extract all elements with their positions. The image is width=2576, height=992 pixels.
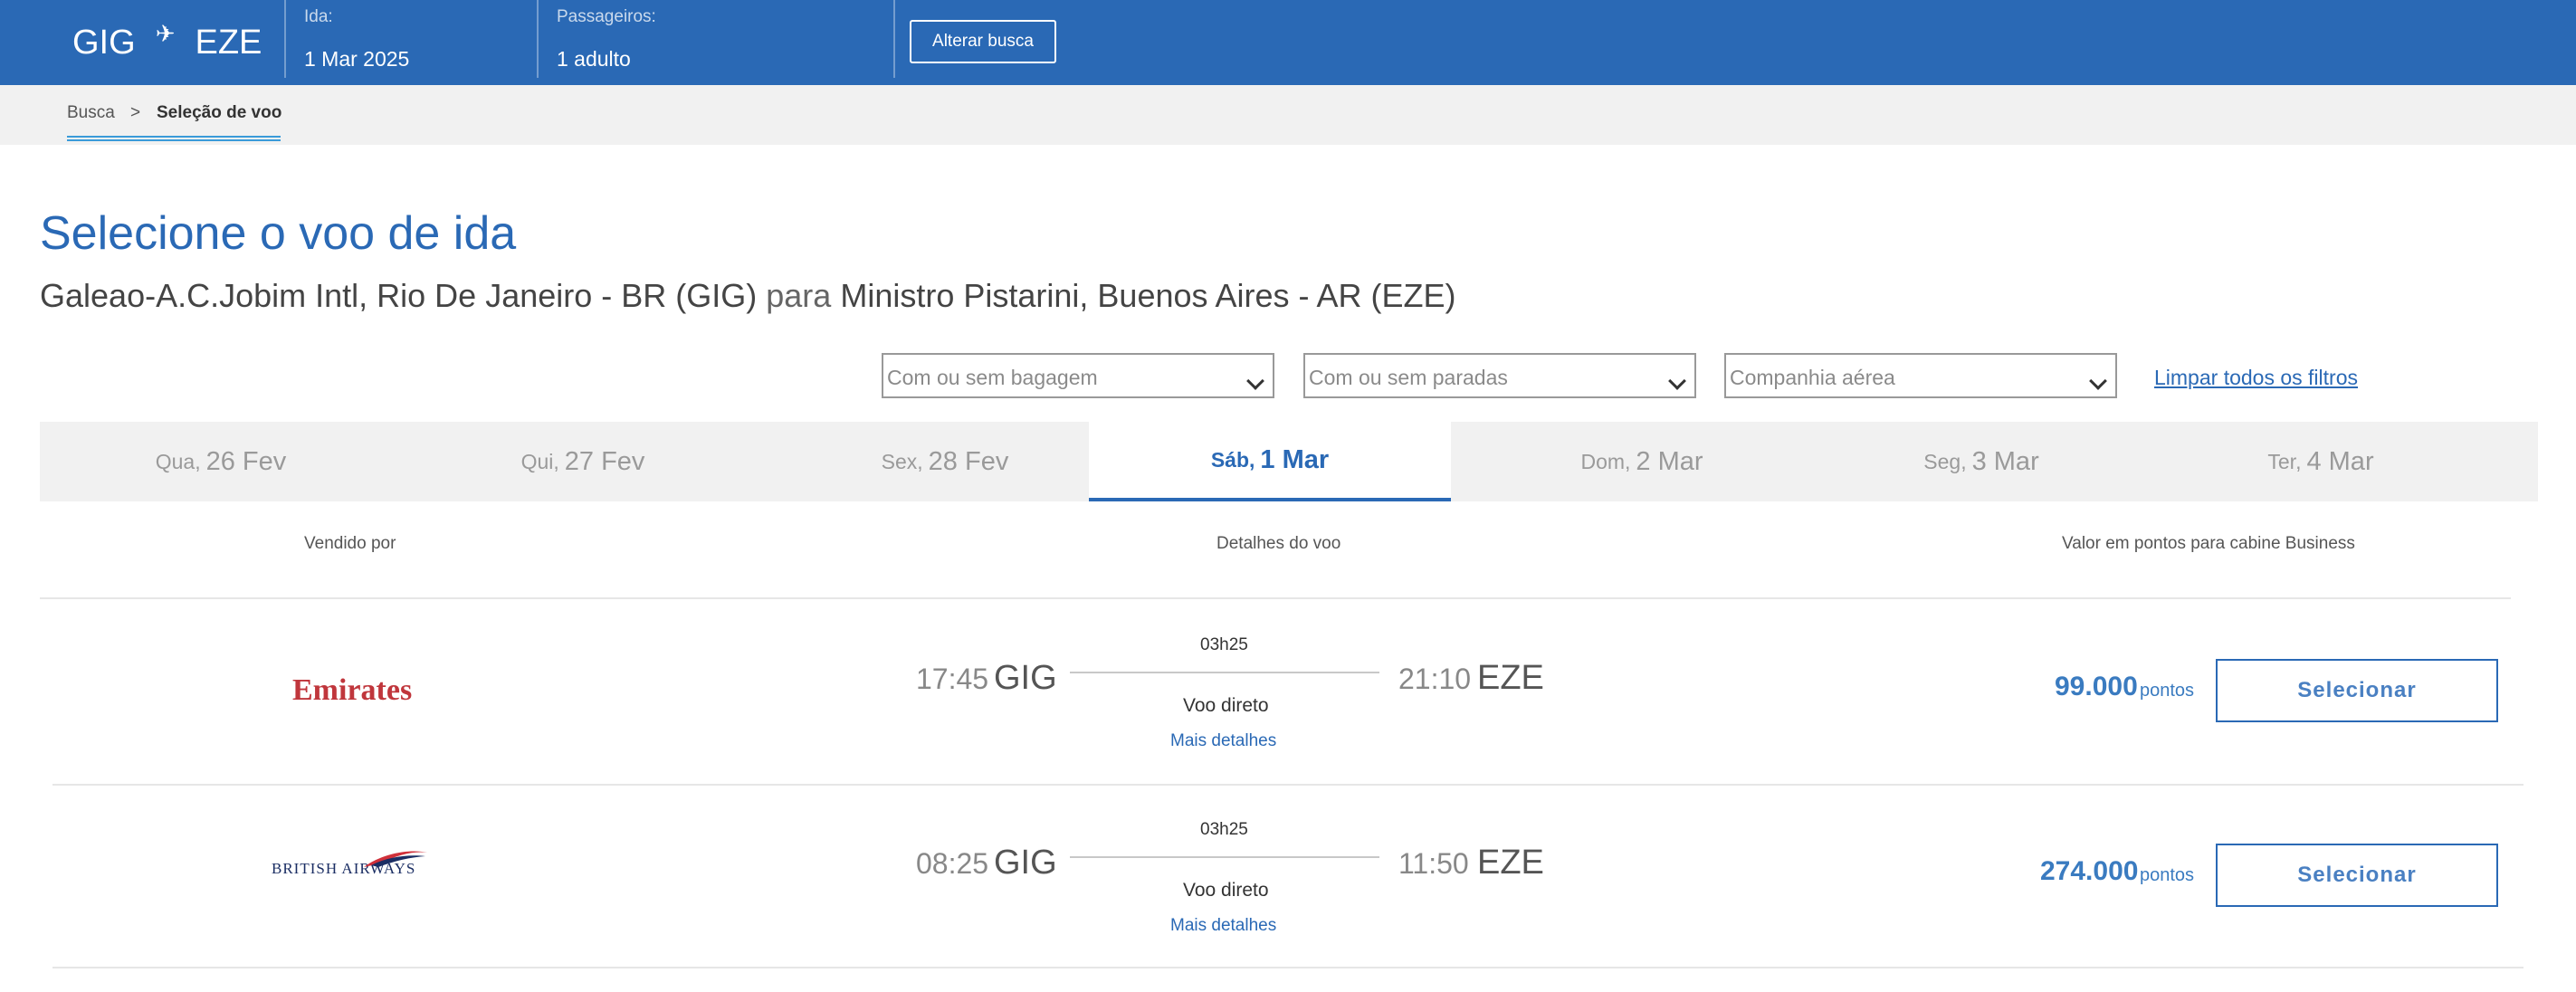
airline-logo-british-airways: BRITISH AIRWAYS	[272, 851, 427, 878]
points-unit: pontos	[2140, 681, 2195, 701]
stops-info: Voo direto	[1183, 880, 1269, 901]
departure-value: 1 Mar 2025	[304, 47, 410, 71]
date-tab-weekday: Sex,	[881, 449, 923, 473]
passengers-value: 1 adulto	[557, 47, 631, 71]
date-tab-weekday: Sáb,	[1210, 447, 1255, 472]
date-tab-weekday: Seg,	[1923, 449, 1967, 473]
date-tab-selected[interactable]: Sáb, 1 Mar	[1089, 422, 1451, 501]
route-summary: GIG ✈ EZE	[72, 20, 262, 62]
speedmarque-icon	[364, 851, 427, 867]
flight-duration: 03h25	[1200, 635, 1248, 654]
date-tab-weekday: Dom,	[1580, 449, 1631, 473]
column-header-flight-details: Detalhes do voo	[1216, 534, 1341, 553]
divider	[284, 0, 286, 78]
alter-search-button[interactable]: Alterar busca	[910, 20, 1056, 63]
passengers-label: Passageiros:	[557, 7, 656, 26]
date-tab-day: 27 Fev	[564, 446, 645, 476]
breadcrumb-item-flight-selection: Seleção de voo	[157, 103, 282, 122]
breadcrumb-active-indicator	[67, 136, 281, 141]
divider	[893, 0, 895, 78]
points-value: 274.000	[2040, 856, 2139, 886]
chevron-down-icon	[1668, 372, 1686, 390]
destination-airport: Ministro Pistarini, Buenos Aires - AR (E…	[840, 277, 1456, 314]
flight-line	[1070, 856, 1379, 858]
date-tab-day: 1 Mar	[1260, 444, 1330, 474]
breadcrumb-item-search[interactable]: Busca	[67, 103, 115, 123]
departure-time: 17:45	[916, 663, 989, 695]
column-header-points: Valor em pontos para cabine Business	[2062, 534, 2355, 553]
date-tab[interactable]: Sex, 28 Fev	[764, 422, 1126, 501]
divider	[52, 967, 2524, 968]
more-details-link[interactable]: Mais detalhes	[1170, 916, 1276, 936]
date-tab-day: 4 Mar	[2306, 446, 2374, 476]
flight-duration: 03h25	[1200, 820, 1248, 839]
airline-filter-select[interactable]: Companhia aérea	[1724, 353, 2117, 398]
select-flight-button[interactable]: Selecionar	[2216, 844, 2498, 907]
chevron-down-icon	[1246, 372, 1264, 390]
date-tab-day: 28 Fev	[928, 446, 1009, 476]
departure-code: GIG	[994, 844, 1057, 882]
points-value: 99.000	[2055, 672, 2138, 701]
date-tab[interactable]: Qua, 26 Fev	[40, 422, 402, 501]
arrival-time: 21:10	[1398, 663, 1472, 695]
stops-filter-placeholder: Com ou sem paradas	[1309, 366, 1508, 389]
date-tab[interactable]: Dom, 2 Mar	[1461, 422, 1823, 501]
airline-logo-emirates: Emirates	[292, 673, 413, 707]
arrival-code: EZE	[1477, 659, 1544, 697]
route-connector: para	[766, 277, 832, 314]
airline-filter-placeholder: Companhia aérea	[1730, 366, 1895, 389]
breadcrumb-separator: >	[130, 103, 141, 122]
stops-filter-select[interactable]: Com ou sem paradas	[1303, 353, 1696, 398]
page-title: Selecione o voo de ida	[40, 207, 517, 260]
select-flight-button[interactable]: Selecionar	[2216, 659, 2498, 722]
date-tab-day: 3 Mar	[1971, 446, 2039, 476]
departure-code: GIG	[994, 659, 1057, 697]
clear-filters-link[interactable]: Limpar todos os filtros	[2154, 366, 2358, 390]
date-tab[interactable]: Seg, 3 Mar	[1800, 422, 2162, 501]
points-unit: pontos	[2140, 865, 2195, 885]
baggage-filter-placeholder: Com ou sem bagagem	[887, 366, 1098, 389]
column-header-sold-by: Vendido por	[304, 534, 396, 553]
date-tab-weekday: Ter,	[2267, 449, 2302, 473]
divider	[52, 784, 2524, 786]
airplane-icon: ✈	[155, 20, 176, 47]
origin-airport: Galeao-A.C.Jobim Intl, Rio De Janeiro - …	[40, 277, 758, 314]
date-tab-day: 26 Fev	[205, 446, 287, 476]
chevron-down-icon	[2089, 372, 2107, 390]
date-tab[interactable]: Qui, 27 Fev	[402, 422, 764, 501]
date-tabs: Qua, 26 Fev Qui, 27 Fev Sex, 28 Fev Sáb, 1 M…	[40, 422, 2538, 501]
top-search-bar: GIG ✈ EZE Ida: 1 Mar 2025 Passageiros: 1…	[0, 0, 2576, 85]
destination-code: EZE	[195, 24, 262, 62]
arrival-time: 11:50	[1398, 847, 1469, 880]
date-tab-weekday: Qui,	[520, 449, 559, 473]
departure-time: 08:25	[916, 847, 989, 880]
more-details-link[interactable]: Mais detalhes	[1170, 731, 1276, 751]
divider	[40, 597, 2511, 599]
flight-line	[1070, 672, 1379, 673]
stops-info: Voo direto	[1183, 695, 1269, 716]
arrival-code: EZE	[1477, 844, 1544, 882]
breadcrumb: Busca > Seleção de voo	[0, 85, 2576, 145]
divider	[537, 0, 539, 78]
baggage-filter-select[interactable]: Com ou sem bagagem	[882, 353, 1274, 398]
date-tab[interactable]: Ter, 4 Mar	[2140, 422, 2502, 501]
origin-code: GIG	[72, 24, 136, 62]
date-tab-day: 2 Mar	[1636, 446, 1703, 476]
date-tab-weekday: Qua,	[155, 449, 201, 473]
departure-label: Ida:	[304, 7, 333, 26]
route-description: Galeao-A.C.Jobim Intl, Rio De Janeiro - …	[40, 277, 1456, 315]
